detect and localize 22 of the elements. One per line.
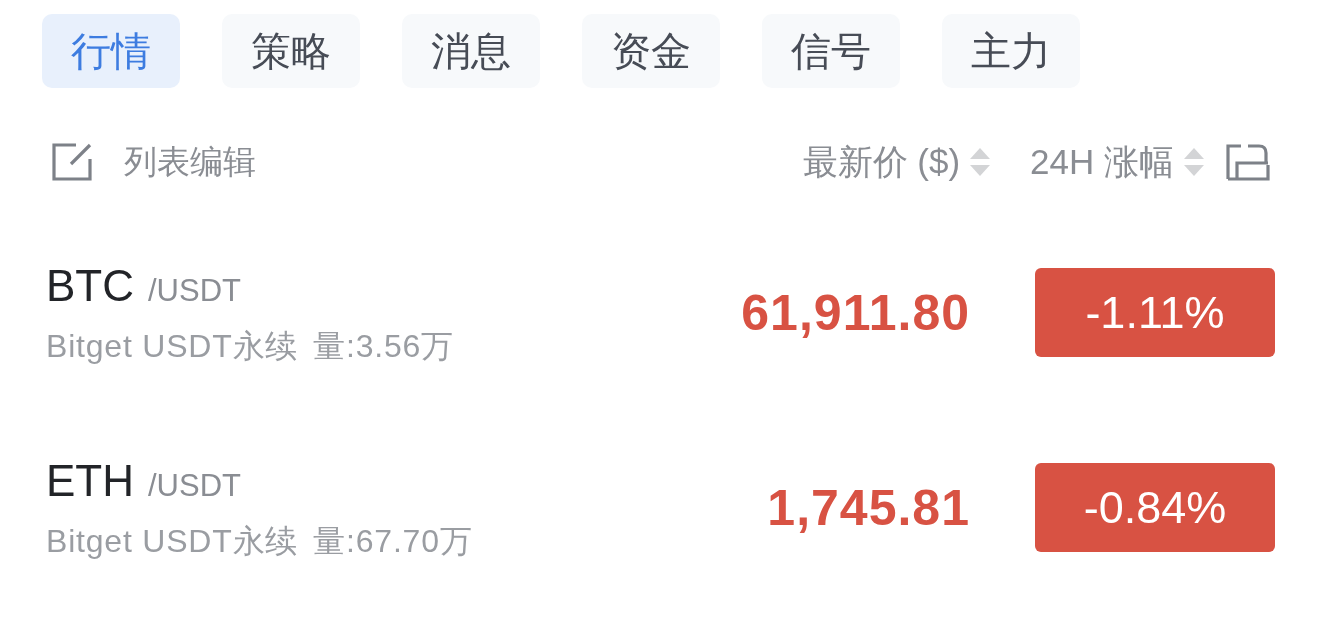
exchange-text: Bitget USDT永续: [46, 328, 299, 364]
exchange-text: Bitget USDT永续: [46, 523, 299, 559]
sort-icon: [1184, 148, 1204, 176]
volume-text: 量:3.56万: [313, 328, 454, 364]
price-text: 1,745.81: [767, 478, 970, 537]
symbol-text: ETH: [46, 459, 134, 503]
quote-currency-text: /USDT: [148, 272, 241, 310]
volume-text: 量:67.70万: [313, 523, 473, 559]
tab[interactable]: 行情: [42, 14, 180, 88]
tab[interactable]: 主力: [942, 14, 1080, 88]
symbol-text: BTC: [46, 264, 134, 308]
tab[interactable]: 信号: [762, 14, 900, 88]
tab[interactable]: 消息: [402, 14, 540, 88]
share-icon[interactable]: [1226, 143, 1270, 181]
change-badge: -0.84%: [1035, 463, 1275, 552]
tab[interactable]: 策略: [222, 14, 360, 88]
sort-icon: [970, 148, 991, 176]
quote-currency-text: /USDT: [148, 467, 241, 505]
edit-icon: [52, 143, 92, 181]
price-text: 61,911.80: [741, 283, 970, 342]
change-badge: -1.11%: [1035, 268, 1275, 357]
tab[interactable]: 资金: [582, 14, 720, 88]
